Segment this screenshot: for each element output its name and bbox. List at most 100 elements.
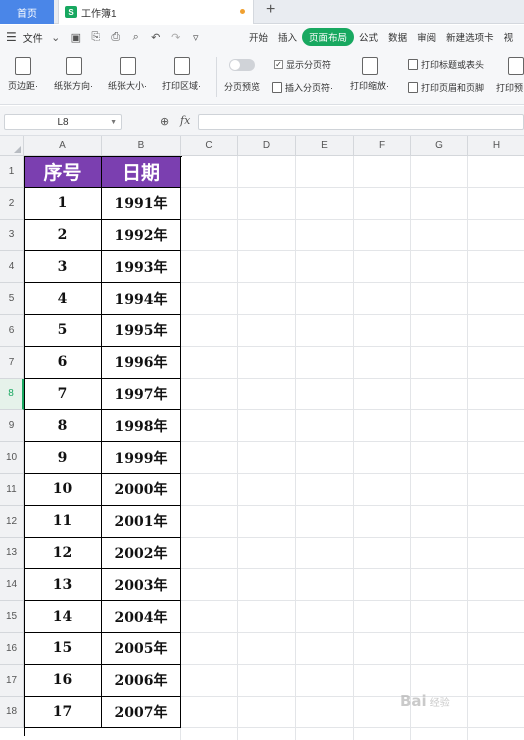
cell-year[interactable]: 1992年	[102, 219, 181, 252]
show-page-break-checkbox[interactable]: ✓ 显示分页符	[274, 58, 331, 71]
cell-index[interactable]: 12	[24, 537, 102, 570]
tab-review[interactable]: 审阅	[412, 30, 441, 44]
customize-icon[interactable]: ▿	[189, 31, 203, 44]
row-header-2[interactable]: 2	[0, 187, 24, 220]
formula-input[interactable]	[198, 114, 524, 130]
column-header-h[interactable]: H	[468, 136, 524, 156]
column-header-b[interactable]: B	[102, 136, 181, 156]
row-header-1[interactable]: 1	[0, 156, 24, 188]
cell-year[interactable]: 2004年	[102, 601, 181, 633]
column-header-d[interactable]: D	[238, 136, 296, 156]
chevron-down-icon[interactable]: ▼	[110, 119, 117, 126]
row-header-13[interactable]: 13	[0, 537, 24, 570]
tab-insert[interactable]: 插入	[273, 30, 302, 44]
margins-button[interactable]: 页边距·	[8, 57, 38, 92]
page-break-toggle[interactable]	[229, 59, 255, 71]
select-all-corner[interactable]	[0, 136, 24, 156]
row-header-8[interactable]: 8	[0, 378, 24, 411]
spreadsheet-grid[interactable]: A B C D E F G H 1 2 3 4 5 6 7 8 9 10 11 12 13 14 15 16 17 18 序号 日期 1…	[0, 136, 524, 740]
table-header-cell[interactable]: 日期	[102, 156, 181, 188]
header-footer-button[interactable]: 打印页眉和页脚	[408, 81, 484, 94]
cell-index[interactable]: 8	[24, 410, 102, 443]
tab-home[interactable]: 首页	[0, 0, 54, 24]
row-header-3[interactable]: 3	[0, 219, 24, 252]
column-header-e[interactable]: E	[296, 136, 354, 156]
tab-data[interactable]: 数据	[383, 30, 412, 44]
new-tab-button[interactable]: +	[266, 1, 275, 19]
cell-index[interactable]: 1	[24, 187, 102, 220]
cell-index[interactable]: 4	[24, 283, 102, 315]
print-titles-button[interactable]: 打印标题或表头	[408, 58, 484, 71]
cell-index[interactable]: 6	[24, 346, 102, 379]
row-header-12[interactable]: 12	[0, 505, 24, 538]
cell-year[interactable]: 1997年	[102, 378, 181, 411]
insert-page-break-button[interactable]: 插入分页符·	[272, 81, 333, 94]
cell-year[interactable]: 2005年	[102, 633, 181, 665]
table-header-cell[interactable]: 序号	[24, 156, 102, 188]
cell-year[interactable]: 1995年	[102, 315, 181, 347]
cell-index[interactable]: 16	[24, 664, 102, 697]
tab-start[interactable]: 开始	[244, 30, 273, 44]
page-break-preview-button[interactable]: 分页预览	[224, 59, 260, 93]
zoom-icon[interactable]: ⊕	[160, 115, 169, 128]
tab-new[interactable]: 新建选项卡	[441, 30, 499, 44]
cell-year[interactable]: 2000年	[102, 474, 181, 506]
cell-index[interactable]: 3	[24, 251, 102, 284]
row-header-10[interactable]: 10	[0, 442, 24, 474]
chevron-down-icon[interactable]: ⌄	[49, 31, 63, 44]
row-header-14[interactable]: 14	[0, 569, 24, 602]
paper-size-button[interactable]: 纸张大小·	[108, 57, 147, 92]
print-area-button[interactable]: 打印区域·	[162, 57, 201, 92]
print-icon[interactable]: ⎙	[109, 31, 123, 44]
cell-year[interactable]: 1993年	[102, 251, 181, 284]
print-scale-button[interactable]: 打印缩放·	[350, 57, 389, 92]
column-header-c[interactable]: C	[181, 136, 238, 156]
row-header-11[interactable]: 11	[0, 474, 24, 506]
column-header-g[interactable]: G	[411, 136, 468, 156]
cell-year[interactable]: 1994年	[102, 283, 181, 315]
row-header-4[interactable]: 4	[0, 251, 24, 284]
row-header-16[interactable]: 16	[0, 633, 24, 665]
cell-index[interactable]: 2	[24, 219, 102, 252]
cell-year[interactable]: 1998年	[102, 410, 181, 443]
row-header-6[interactable]: 6	[0, 315, 24, 347]
tab-view[interactable]: 视	[499, 30, 519, 44]
tab-formulas[interactable]: 公式	[354, 30, 383, 44]
cell-index[interactable]: 7	[24, 378, 102, 411]
orientation-button[interactable]: 纸张方向·	[54, 57, 93, 92]
cell-year[interactable]: 2007年	[102, 696, 181, 729]
print-preview-large-button[interactable]	[508, 57, 524, 79]
cell-index[interactable]: 11	[24, 505, 102, 538]
cell-year[interactable]: 2001年	[102, 505, 181, 538]
cell-year[interactable]: 2003年	[102, 569, 181, 602]
cell-index[interactable]: 10	[24, 474, 102, 506]
tab-workbook[interactable]: S 工作簿1	[58, 0, 254, 24]
name-box[interactable]: L8 ▼	[4, 114, 122, 130]
export-icon[interactable]: ⎘	[89, 31, 103, 44]
redo-icon[interactable]: ↷	[169, 31, 183, 44]
file-menu[interactable]: 文件	[23, 30, 43, 45]
row-header-17[interactable]: 17	[0, 664, 24, 697]
cell-index[interactable]: 9	[24, 442, 102, 474]
cell-index[interactable]: 13	[24, 569, 102, 602]
row-header-9[interactable]: 9	[0, 410, 24, 443]
print-preview-icon[interactable]: ⌕	[129, 31, 143, 44]
column-header-f[interactable]: F	[354, 136, 411, 156]
cell-year[interactable]: 1999年	[102, 442, 181, 474]
print-preview-button[interactable]: 打印预	[496, 81, 523, 94]
row-header-15[interactable]: 15	[0, 601, 24, 633]
cell-year[interactable]: 2006年	[102, 664, 181, 697]
cell-index[interactable]: 15	[24, 633, 102, 665]
column-header-a[interactable]: A	[24, 136, 102, 156]
cell-index[interactable]: 5	[24, 315, 102, 347]
row-header-18[interactable]: 18	[0, 696, 24, 729]
cell-year[interactable]: 2002年	[102, 537, 181, 570]
tab-page-layout[interactable]: 页面布局	[302, 28, 355, 46]
row-header-7[interactable]: 7	[0, 346, 24, 379]
cell-year[interactable]: 1991年	[102, 187, 181, 220]
cell-index[interactable]: 14	[24, 601, 102, 633]
row-header-5[interactable]: 5	[0, 283, 24, 315]
fx-icon[interactable]: fx	[180, 114, 190, 127]
save-icon[interactable]: ▣	[69, 31, 83, 44]
cell-year[interactable]: 1996年	[102, 346, 181, 379]
